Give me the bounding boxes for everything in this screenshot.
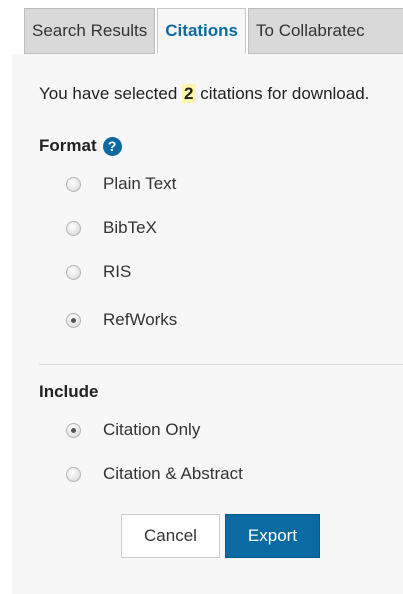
tab-to-collabratec[interactable]: To Collabratec [248, 8, 403, 54]
format-option-plain-text[interactable]: Plain Text [66, 174, 176, 194]
tab-citations[interactable]: Citations [157, 8, 247, 54]
option-label: Citation Only [103, 420, 201, 439]
format-option-refworks[interactable]: RefWorks [66, 310, 177, 330]
cancel-button[interactable]: Cancel [121, 514, 220, 558]
format-section-title: Format ? [39, 136, 122, 156]
option-label: BibTeX [103, 218, 157, 237]
section-divider [39, 364, 403, 365]
option-label: RIS [103, 262, 132, 281]
selected-count-badge: 2 [182, 84, 196, 103]
citation-download-page: Search Results Citations To Collabratec … [0, 0, 403, 594]
radio-button[interactable] [66, 312, 81, 328]
radio-button[interactable] [66, 466, 81, 482]
tab-search-results[interactable]: Search Results [24, 8, 156, 54]
summary-suffix: citations for download. [195, 84, 370, 103]
citations-panel: You have selected 2 citations for downlo… [12, 54, 403, 594]
option-label: RefWorks [103, 310, 178, 329]
radio-button[interactable] [66, 176, 81, 192]
tab-bar: Search Results Citations To Collabratec [24, 8, 403, 54]
format-option-bibtex[interactable]: BibTeX [66, 218, 157, 238]
radio-button[interactable] [66, 422, 81, 438]
include-option-citation-only[interactable]: Citation Only [66, 420, 200, 440]
export-button[interactable]: Export [225, 514, 320, 558]
summary-prefix: You have selected [39, 84, 183, 103]
include-title-text: Include [39, 382, 99, 401]
option-label: Citation & Abstract [103, 464, 243, 483]
radio-button[interactable] [66, 264, 81, 280]
question-circle-icon[interactable]: ? [102, 136, 122, 156]
tab-label: Search Results [32, 21, 148, 40]
tab-label: Citations [165, 21, 239, 40]
option-label: Plain Text [103, 174, 177, 193]
format-title-text: Format [39, 136, 97, 155]
include-option-citation-abstract[interactable]: Citation & Abstract [66, 464, 243, 484]
selection-summary: You have selected 2 citations for downlo… [39, 84, 369, 104]
format-option-ris[interactable]: RIS [66, 262, 131, 282]
tab-label: To Collabratec [256, 21, 365, 40]
radio-button[interactable] [66, 220, 81, 236]
include-section-title: Include [39, 382, 99, 402]
